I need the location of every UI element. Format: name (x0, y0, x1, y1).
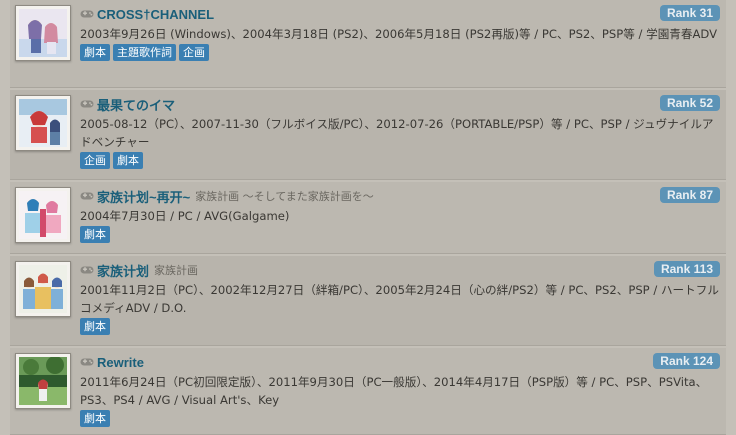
gamepad-icon (80, 266, 94, 274)
tag-badge[interactable]: 企画 (179, 44, 209, 61)
cover-thumbnail[interactable] (15, 95, 71, 151)
work-info: 2005-08-12（PC）、2007-11-30（フルボイス版/PC）、201… (80, 117, 714, 149)
work-title-link[interactable]: Rewrite (97, 355, 144, 370)
work-title-link[interactable]: 家族计划 (97, 261, 149, 280)
list-item: 家族计划 家族計画 Rank 113 2001年11月2日（PC）、2002年1… (10, 256, 726, 346)
tag-badge[interactable]: 劇本 (80, 410, 110, 427)
list-item: 最果てのイマ Rank 52 2005-08-12（PC）、2007-11-30… (10, 90, 726, 180)
cover-image (19, 191, 67, 239)
tag-badge[interactable]: 劇本 (80, 226, 110, 243)
rank-badge: Rank 124 (653, 353, 720, 369)
work-alt-title: 家族計画 (154, 264, 199, 277)
rank-badge: Rank 31 (659, 5, 720, 21)
cover-image (19, 357, 67, 405)
gamepad-icon (80, 100, 94, 108)
work-alt-title: 家族計画 ～そしてまた家族計画を～ (195, 190, 374, 203)
rank-badge: Rank 113 (653, 261, 720, 277)
rank-badge: Rank 52 (659, 95, 720, 111)
list-item: Rewrite Rank 124 2011年6月24日（PC初回限定版）、201… (10, 348, 726, 435)
tag-badge[interactable]: 企画 (80, 152, 110, 169)
work-info: 2001年11月2日（PC）、2002年12月27日（絆箱/PC）、2005年2… (80, 283, 719, 315)
gamepad-icon (80, 10, 94, 18)
cover-thumbnail[interactable] (15, 5, 71, 61)
list-item: 家族计划~再开~ 家族計画 ～そしてまた家族計画を～ Rank 87 2004年… (10, 182, 726, 254)
gamepad-icon (80, 192, 94, 200)
work-info: 2011年6月24日（PC初回限定版）、2011年9月30日（PC一般版）、20… (80, 375, 708, 407)
work-info: 2003年9月26日 (Windows)、2004年3月18日 (PS2)、20… (80, 27, 718, 41)
cover-thumbnail[interactable] (15, 187, 71, 243)
tag-badge[interactable]: 劇本 (80, 44, 110, 61)
work-title-link[interactable]: 家族计划~再开~ (97, 187, 190, 206)
gamepad-icon (80, 358, 94, 366)
cover-thumbnail[interactable] (15, 353, 71, 409)
rank-badge: Rank 87 (659, 187, 720, 203)
work-list: CROSS†CHANNEL Rank 31 2003年9月26日 (Window… (0, 0, 736, 435)
work-title-link[interactable]: 最果てのイマ (97, 95, 175, 114)
work-info: 2004年7月30日 / PC / AVG(Galgame) (80, 209, 290, 223)
cover-thumbnail[interactable] (15, 261, 71, 317)
tag-badge[interactable]: 劇本 (113, 152, 143, 169)
tag-badge[interactable]: 主題歌作詞 (113, 44, 176, 61)
list-item: CROSS†CHANNEL Rank 31 2003年9月26日 (Window… (10, 0, 726, 88)
cover-image (19, 265, 67, 313)
work-title-link[interactable]: CROSS†CHANNEL (97, 7, 214, 22)
tag-badge[interactable]: 劇本 (80, 318, 110, 335)
cover-image (19, 99, 67, 147)
cover-image (19, 9, 67, 57)
